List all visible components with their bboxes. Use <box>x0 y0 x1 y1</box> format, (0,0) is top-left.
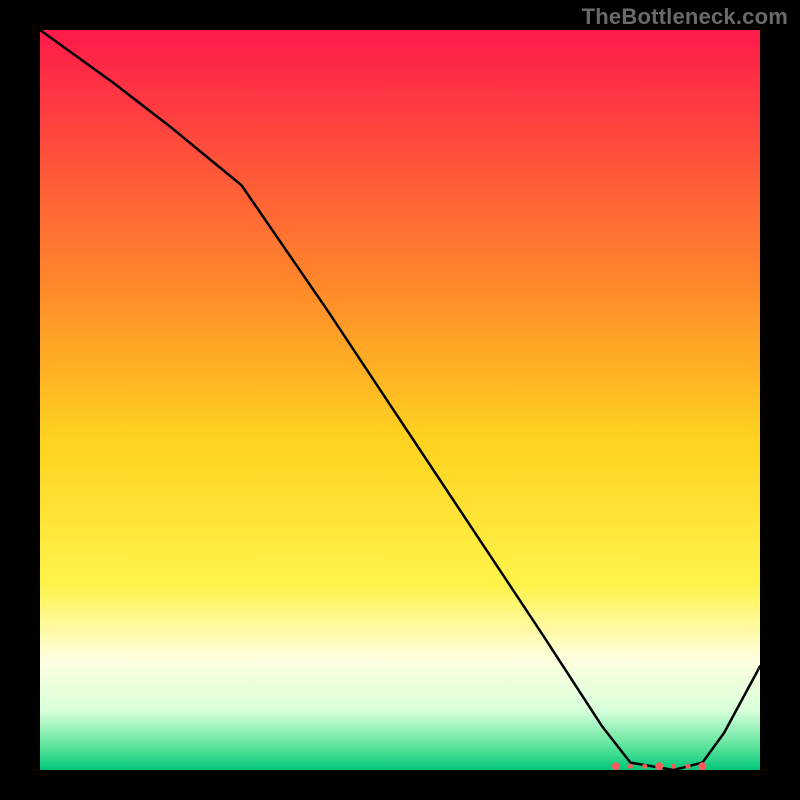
plot-area <box>40 30 760 770</box>
optimal-marker <box>698 762 706 770</box>
optimal-marker <box>655 762 663 770</box>
optimal-marker <box>686 764 691 769</box>
optimal-marker <box>642 764 647 769</box>
chart-frame: TheBottleneck.com <box>0 0 800 800</box>
chart-svg <box>40 30 760 770</box>
optimal-marker <box>671 764 676 769</box>
watermark-text: TheBottleneck.com <box>582 4 788 30</box>
optimal-marker <box>612 762 620 770</box>
gradient-background <box>40 30 760 770</box>
optimal-marker <box>628 764 633 769</box>
